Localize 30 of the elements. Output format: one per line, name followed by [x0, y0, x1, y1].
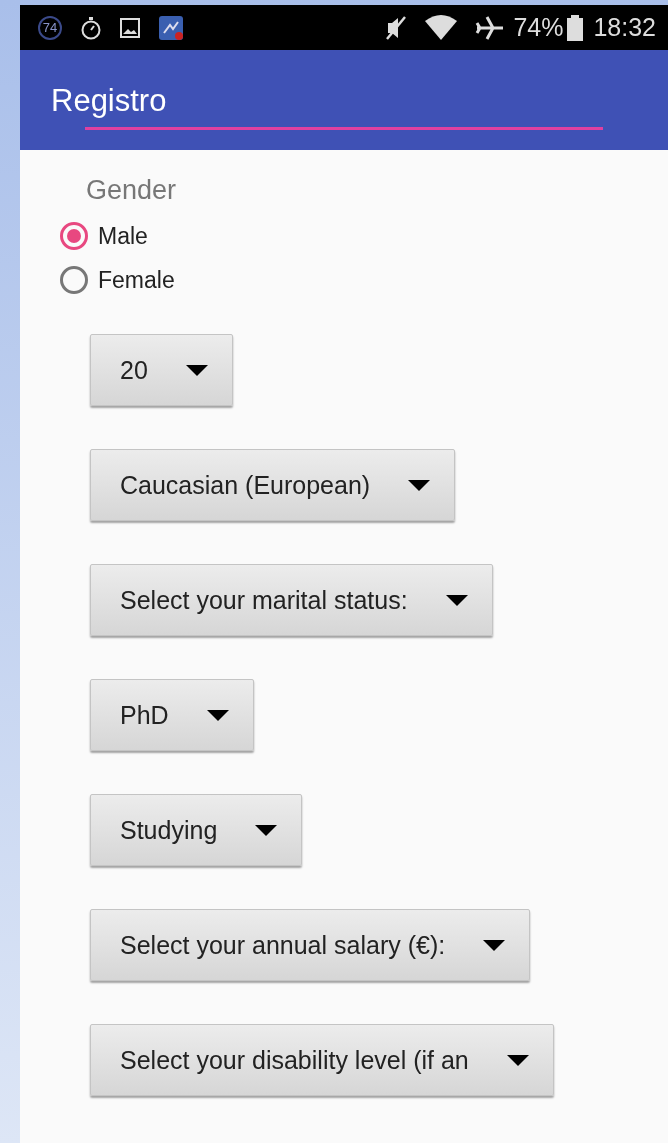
radio-option[interactable]: Male — [60, 222, 148, 250]
dropdown[interactable]: Select your marital status: — [90, 564, 493, 636]
stopwatch-icon — [80, 15, 102, 40]
dropdown[interactable]: Caucasian (European) — [90, 449, 456, 521]
notification-badge: 74 — [38, 15, 62, 40]
dropdown[interactable]: PhD — [90, 679, 254, 751]
app-title: Registro — [51, 83, 167, 119]
gender-label: Gender — [86, 175, 177, 206]
dropdown[interactable]: Select your annual salary (€): — [90, 909, 531, 981]
dropdown[interactable]: Select your disability level (if an — [90, 1024, 554, 1096]
app-icon — [158, 14, 184, 41]
radio-button[interactable] — [60, 266, 88, 294]
caret-icon — [206, 709, 229, 721]
image-icon — [120, 17, 140, 38]
radio-option[interactable]: Female — [60, 266, 175, 294]
caret-icon — [185, 364, 208, 376]
caret-icon — [445, 594, 468, 606]
caret-icon — [483, 939, 506, 951]
caret-icon — [255, 824, 278, 836]
mute-icon — [385, 14, 408, 41]
airplane-icon — [475, 14, 506, 41]
dropdown[interactable]: Studying — [90, 794, 303, 866]
dropdown[interactable]: 20 — [90, 334, 233, 406]
wifi-icon — [425, 14, 458, 41]
caret-icon — [408, 479, 431, 491]
battery-percentage: 74% — [513, 13, 564, 42]
caret-icon — [506, 1054, 529, 1066]
radio-button[interactable] — [60, 222, 88, 250]
clock-time: 18:32 — [593, 13, 656, 42]
battery-icon — [567, 14, 584, 41]
